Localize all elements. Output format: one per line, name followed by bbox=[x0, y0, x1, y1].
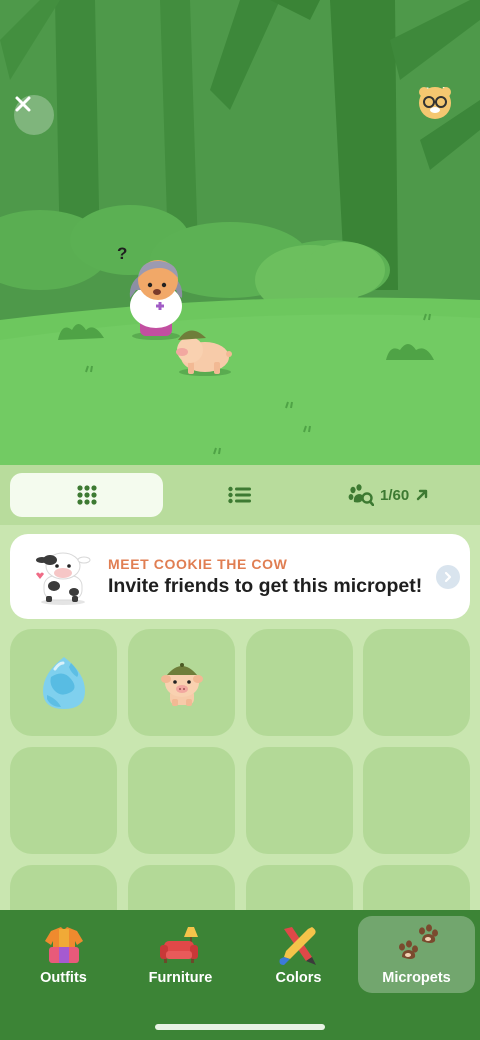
micropet-slot-empty[interactable] bbox=[246, 747, 353, 854]
nav-outfits-label: Outfits bbox=[40, 970, 87, 986]
banner-eyebrow: MEET COOKIE THE COW bbox=[108, 556, 288, 572]
home-indicator[interactable] bbox=[155, 1024, 325, 1030]
nav-furniture-label: Furniture bbox=[148, 970, 213, 986]
tab-grid-view[interactable] bbox=[10, 473, 163, 517]
lab-avatar-icon bbox=[419, 87, 451, 119]
micropet-slot-pig[interactable] bbox=[128, 629, 235, 736]
close-button[interactable] bbox=[14, 95, 54, 135]
invite-banner[interactable]: MEET COOKIE THE COW Invite friends to ge… bbox=[10, 534, 470, 619]
list-view-icon bbox=[228, 486, 251, 504]
micropet-grid bbox=[0, 629, 480, 910]
micropet-slot-egg[interactable] bbox=[10, 629, 117, 736]
lab-button[interactable]: Lab bbox=[416, 84, 460, 119]
nav-micropets-label: Micropets bbox=[382, 970, 451, 986]
grid-view-icon bbox=[76, 485, 97, 505]
micropet-slot-empty[interactable] bbox=[10, 865, 117, 910]
forest-scene: ? Lab bbox=[0, 0, 480, 465]
outfits-icon bbox=[44, 927, 83, 963]
cow-icon bbox=[36, 552, 91, 605]
nav-micropets[interactable]: Micropets bbox=[358, 916, 475, 993]
collection-count-button[interactable]: 1/60 bbox=[348, 473, 448, 517]
tab-list-view[interactable] bbox=[214, 473, 266, 517]
pig-icon bbox=[160, 662, 203, 706]
micropet-slot-empty[interactable] bbox=[128, 747, 235, 854]
furniture-icon bbox=[159, 927, 198, 963]
nav-colors[interactable]: Colors bbox=[240, 916, 357, 993]
micropet-slot-empty[interactable] bbox=[363, 629, 470, 736]
view-tab-bar: 1/60 bbox=[0, 465, 480, 525]
nav-outfits[interactable]: Outfits bbox=[5, 916, 122, 993]
arrow-up-right-icon bbox=[417, 489, 428, 501]
forest-background bbox=[0, 0, 480, 465]
collection-count: 1/60 bbox=[380, 486, 410, 504]
micropet-slot-empty[interactable] bbox=[246, 865, 353, 910]
micropet-slot-empty[interactable] bbox=[128, 865, 235, 910]
micropet-slot-empty[interactable] bbox=[363, 865, 470, 910]
micropet-slot-empty[interactable] bbox=[363, 747, 470, 854]
close-icon bbox=[15, 96, 31, 112]
chevron-right-icon bbox=[436, 565, 460, 589]
character-thought-mark: ? bbox=[117, 244, 128, 263]
bottom-navigation: Outfits Furniture Colors Micropets bbox=[0, 910, 480, 1040]
egg-icon bbox=[42, 656, 85, 709]
nav-colors-label: Colors bbox=[275, 970, 322, 986]
nav-furniture[interactable]: Furniture bbox=[122, 916, 239, 993]
micropet-slot-empty[interactable] bbox=[246, 629, 353, 736]
micropet-slot-empty[interactable] bbox=[10, 747, 117, 854]
micropets-icon bbox=[398, 924, 438, 959]
paw-search-icon bbox=[348, 484, 374, 506]
banner-headline: Invite friends to get this micropet! bbox=[108, 575, 423, 597]
colors-icon bbox=[279, 927, 316, 965]
